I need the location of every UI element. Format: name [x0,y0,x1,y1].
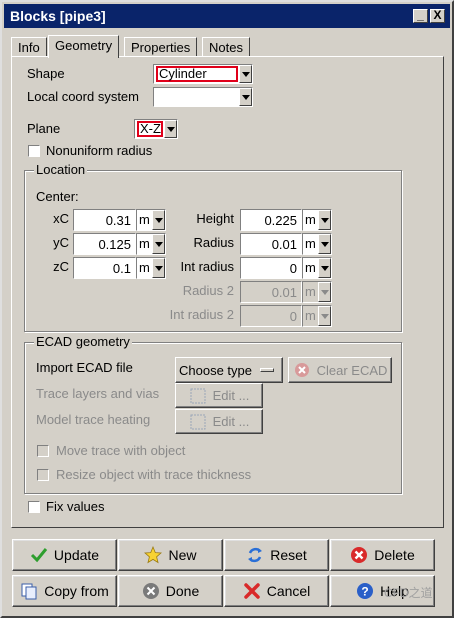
edit-grid-icon [190,388,206,403]
tab-geometry[interactable]: Geometry [48,35,120,58]
window-title: Blocks [pipe3] [10,8,106,24]
int-radius-unit-dropdown[interactable]: m [302,257,332,279]
star-icon [144,546,163,564]
int-radius2-unit-dropdown: m [302,305,332,327]
trace-layers-edit-button: Edit ... [175,383,263,408]
xc-input[interactable]: 0.31 [73,209,136,231]
checkmark-icon [30,548,48,563]
center-label: Center: [36,189,79,204]
radius-unit-dropdown[interactable]: m [302,233,332,255]
int-radius-input[interactable]: 0 [240,257,302,279]
chevron-down-icon[interactable] [239,65,252,83]
edit-grid-icon [190,414,206,429]
cancel-x-icon [243,583,260,599]
model-trace-label: Model trace heating [36,412,151,427]
local-coord-dropdown[interactable] [153,87,253,107]
shape-value: Cylinder [156,66,238,82]
no-entry-icon [294,363,309,377]
reset-button[interactable]: Reset [224,539,329,571]
location-group-title: Location [34,162,88,177]
chevron-down-icon[interactable] [318,234,331,254]
move-trace-label: Move trace with object [56,443,186,458]
radius2-unit-dropdown: m [302,281,332,303]
nonuniform-radius-checkbox[interactable] [28,145,40,157]
trace-layers-label: Trace layers and vias [36,386,160,401]
clear-ecad-button[interactable]: Clear ECAD [288,357,392,383]
tab-properties[interactable]: Properties [124,37,198,57]
fix-values-label: Fix values [46,499,105,514]
chevron-down-icon[interactable] [318,258,331,278]
refresh-arrows-icon [248,547,263,563]
radius2-input: 0.01 [240,281,302,303]
blocks-dialog: Blocks [pipe3] _ X Info Geometry Propert… [0,0,454,618]
update-button[interactable]: Update [12,539,117,571]
local-coord-label: Local coord system [27,89,139,104]
plane-label: Plane [27,121,61,136]
chevron-down-icon[interactable] [318,210,331,230]
copy-from-button[interactable]: Copy from [12,575,117,607]
cancel-button[interactable]: Cancel [224,575,329,607]
zc-input[interactable]: 0.1 [73,257,136,279]
zc-label: zC [53,259,69,274]
title-bar[interactable]: Blocks [pipe3] _ X [4,4,450,28]
watermark-text: CFD之道 [384,586,433,600]
radius-label: Radius [193,235,234,250]
resize-object-label: Resize object with trace thickness [56,467,252,482]
height-unit-dropdown[interactable]: m [302,209,332,231]
svg-text:?: ? [361,585,368,599]
shape-label: Shape [27,66,65,81]
model-trace-edit-button: Edit ... [175,409,263,434]
yc-input[interactable]: 0.125 [73,233,136,255]
local-coord-value [156,89,238,105]
minimize-button[interactable]: _ [413,9,428,23]
int-radius2-input: 0 [240,305,302,327]
plane-value: X-Z [137,121,163,137]
plane-dropdown[interactable]: X-Z [134,119,178,139]
radius-input[interactable]: 0.01 [240,233,302,255]
copy-icon [21,583,37,600]
yc-label: yC [53,235,69,250]
delete-button[interactable]: Delete [330,539,435,571]
move-trace-checkbox [37,445,49,457]
delete-icon [351,547,368,563]
nonuniform-radius-label: Nonuniform radius [46,143,153,158]
close-button[interactable]: X [430,9,445,23]
int-radius2-label: Int radius 2 [169,307,234,322]
done-circle-icon [142,583,159,599]
chevron-down-icon [318,306,331,326]
radius2-label: Radius 2 [182,283,234,298]
height-label: Height [196,211,234,226]
tab-info[interactable]: Info [11,37,47,57]
int-radius-label: Int radius [180,259,234,274]
ecad-group-title: ECAD geometry [34,334,132,349]
choose-type-button[interactable]: Choose type [175,357,283,383]
done-button[interactable]: Done [118,575,223,607]
shape-dropdown[interactable]: Cylinder [153,64,253,84]
resize-object-checkbox [37,469,49,481]
dropdown-dash-icon [260,368,274,372]
import-ecad-label: Import ECAD file [36,360,133,375]
tab-notes[interactable]: Notes [202,37,250,57]
chevron-down-icon [318,282,331,302]
fix-values-checkbox[interactable] [28,501,40,513]
chevron-down-icon[interactable] [239,88,252,106]
help-icon: ? [357,583,374,599]
xc-label: xC [53,211,69,226]
height-input[interactable]: 0.225 [240,209,302,231]
chevron-down-icon[interactable] [164,120,177,138]
new-button[interactable]: New [118,539,223,571]
